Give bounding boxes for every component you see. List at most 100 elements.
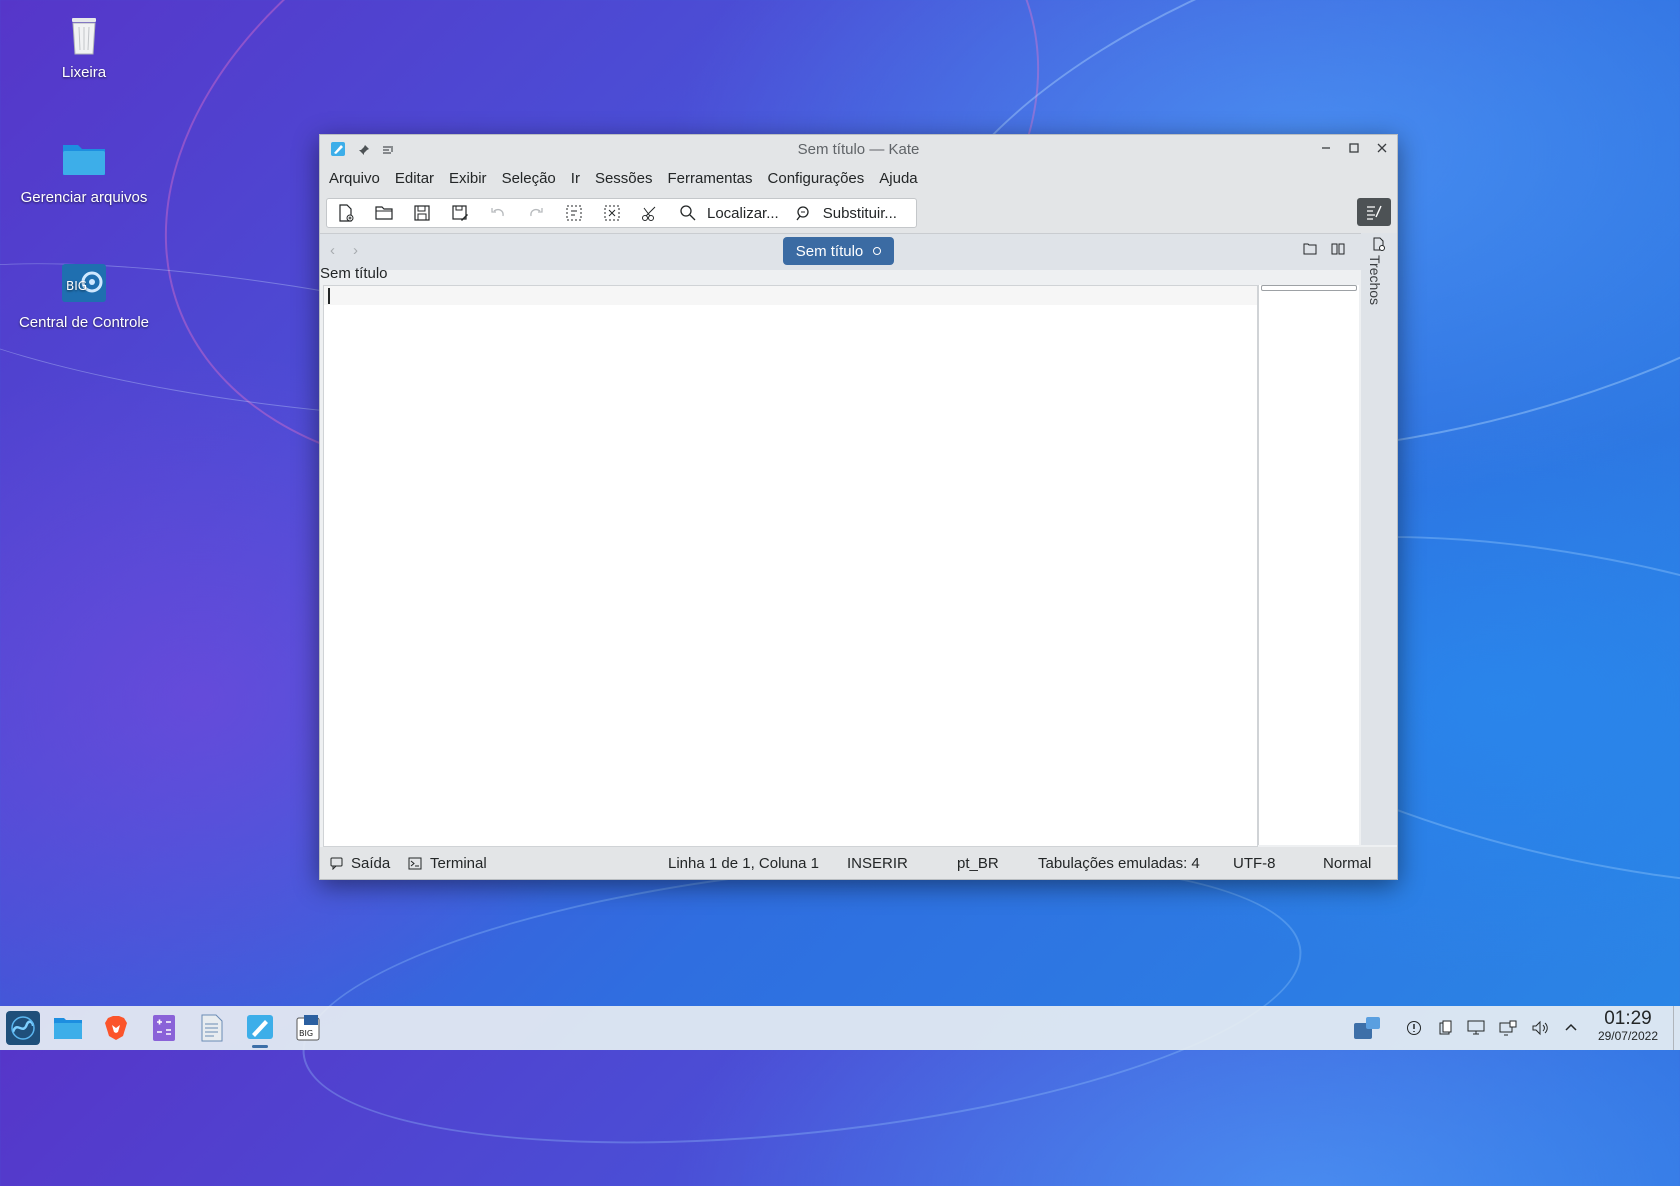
biglinux-logo-icon (11, 1016, 35, 1040)
menu-arquivo[interactable]: Arquivo (329, 170, 380, 187)
svg-text:BIG: BIG (299, 1029, 313, 1038)
new-document-button[interactable] (327, 199, 365, 227)
save-icon (414, 205, 430, 221)
tab-row: ‹ › Sem título (320, 234, 1397, 270)
undo-button[interactable] (479, 199, 517, 227)
scrollbar-handle[interactable] (1261, 285, 1357, 291)
folder-icon (60, 135, 108, 183)
save-as-icon (452, 205, 468, 221)
open-button[interactable] (365, 199, 403, 227)
deselect-button[interactable] (593, 199, 631, 227)
snippets-tab[interactable]: Trechos (1367, 255, 1383, 305)
desktop-icon-label: Central de Controle (18, 314, 150, 331)
chevron-up-icon[interactable] (1561, 1018, 1581, 1038)
save-button[interactable] (403, 199, 441, 227)
output-label: Saída (351, 855, 391, 872)
redo-icon (530, 208, 543, 217)
sidebar-toggle-button[interactable] (1357, 198, 1391, 226)
window-title: Sem título — Kate (797, 141, 920, 158)
menu-sessoes[interactable]: Sessões (595, 170, 653, 187)
taskbar-file-manager[interactable] (52, 1012, 84, 1044)
trash-icon (60, 10, 108, 58)
taskbar-kate[interactable] (244, 1012, 276, 1044)
cursor-position[interactable]: Linha 1 de 1, Coluna 1 (668, 855, 819, 872)
close-icon[interactable] (1373, 139, 1391, 157)
save-as-button[interactable] (441, 199, 479, 227)
control-center-icon: BIG (60, 260, 108, 308)
pager-icon (1354, 1017, 1380, 1039)
status-bar: Saída Terminal Linha 1 de 1, Coluna 1 IN… (320, 847, 1397, 879)
clock-time: 01:29 (1604, 1008, 1652, 1029)
breadcrumb[interactable]: Sem título (320, 265, 388, 282)
volume-icon[interactable] (1530, 1018, 1550, 1038)
syntax-mode[interactable]: Normal (1323, 855, 1371, 872)
split-view-icon[interactable] (1331, 242, 1345, 260)
show-desktop-button[interactable] (1673, 1006, 1680, 1050)
calculator-icon (153, 1015, 175, 1041)
menu-exibir[interactable]: Exibir (449, 170, 487, 187)
tab-label: Sem título (795, 242, 864, 260)
title-bar: Sem título — Kate (320, 135, 1397, 163)
new-document-icon (339, 204, 354, 222)
network-icon[interactable] (1498, 1018, 1518, 1038)
menu-bar: Arquivo Editar Exibir Seleção Ir Sessões… (320, 163, 1397, 193)
quick-open-icon[interactable] (1303, 242, 1317, 260)
taskbar: BIG 01:29 29/07/2022 (0, 1006, 1680, 1050)
toolbar-row: Localizar... Substituir... (320, 193, 1397, 234)
desktop-icon-trash[interactable]: Lixeira (4, 10, 164, 81)
store-icon: BIG (296, 1015, 320, 1041)
select-all-button[interactable] (555, 199, 593, 227)
taskbar-calculator[interactable] (148, 1012, 180, 1044)
document-icon (201, 1014, 223, 1042)
terminal-panel-button[interactable]: Terminal (408, 855, 487, 874)
output-panel-button[interactable]: Saída (330, 855, 390, 874)
replace-button[interactable]: Substituir... (785, 199, 903, 227)
chevron-right-icon[interactable]: › (353, 242, 358, 259)
terminal-label: Terminal (430, 855, 487, 872)
snippets-icon[interactable] (1372, 237, 1386, 255)
find-button[interactable]: Localizar... (669, 199, 785, 227)
menu-ir[interactable]: Ir (571, 170, 580, 187)
select-icon (566, 205, 582, 221)
notifications-icon[interactable] (1404, 1018, 1424, 1038)
dictionary-language[interactable]: pt_BR (957, 855, 999, 872)
minimap-scrollbar[interactable] (1258, 285, 1359, 845)
indentation-settings[interactable]: Tabulações emuladas: 4 (1038, 855, 1200, 872)
menu-configuracoes[interactable]: Configurações (768, 170, 865, 187)
app-launcher-button[interactable] (6, 1011, 40, 1045)
menu-selecao[interactable]: Seleção (502, 170, 556, 187)
right-side-rail: Trechos (1361, 233, 1397, 845)
encoding[interactable]: UTF-8 (1233, 855, 1276, 872)
menu-ferramentas[interactable]: Ferramentas (668, 170, 753, 187)
redo-button[interactable] (517, 199, 555, 227)
clock[interactable]: 01:29 29/07/2022 (1597, 1008, 1658, 1044)
tab-sem-titulo[interactable]: Sem título (783, 237, 894, 265)
desktop-icon-control-center[interactable]: BIG Central de Controle (4, 260, 164, 331)
cut-button[interactable] (631, 199, 669, 227)
replace-label: Substituir... (822, 204, 897, 222)
chevron-left-icon[interactable]: ‹ (330, 242, 335, 259)
desktop-icon-label: Lixeira (61, 64, 107, 81)
input-mode[interactable]: INSERIR (847, 855, 908, 872)
maximize-icon[interactable] (1345, 139, 1363, 157)
search-icon (680, 205, 696, 221)
clipboard-icon[interactable] (1435, 1018, 1455, 1038)
active-task-indicator (252, 1045, 268, 1048)
taskbar-big-store[interactable]: BIG (292, 1012, 324, 1044)
taskbar-brave-browser[interactable] (100, 1012, 132, 1044)
menu-editar[interactable]: Editar (395, 170, 434, 187)
scissors-icon (642, 206, 656, 221)
kate-window: Sem título — Kate Arquivo Editar Exibir … (319, 134, 1398, 880)
display-icon[interactable] (1466, 1018, 1486, 1038)
text-caret (328, 288, 330, 304)
modified-dot-icon[interactable] (873, 247, 882, 255)
text-editor[interactable] (323, 285, 1258, 847)
menu-ajuda[interactable]: Ajuda (879, 170, 917, 187)
taskbar-workspace-switcher[interactable] (1350, 1012, 1384, 1044)
clock-date: 29/07/2022 (1597, 1029, 1658, 1043)
undo-icon (491, 208, 504, 217)
brave-lion-icon (105, 1016, 127, 1040)
minimize-icon[interactable] (1317, 139, 1335, 157)
taskbar-document-viewer[interactable] (196, 1012, 228, 1044)
desktop-icon-file-manager[interactable]: Gerenciar arquivos (4, 135, 164, 206)
